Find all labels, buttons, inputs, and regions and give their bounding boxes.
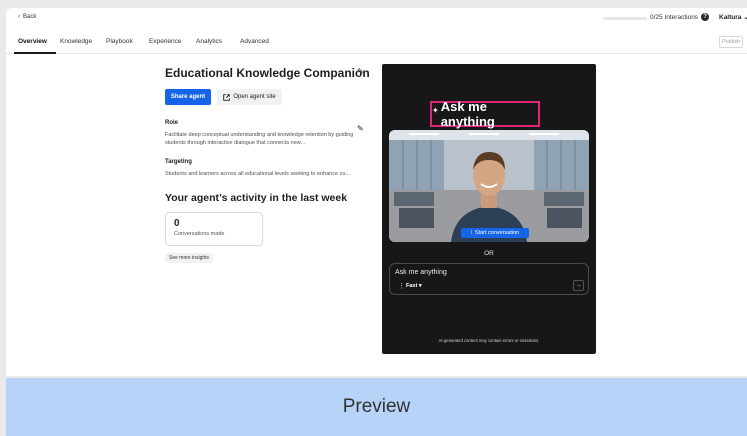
- avatar-video[interactable]: ⦚ Start conversation: [389, 130, 589, 242]
- back-label: Back: [23, 14, 37, 20]
- headline: Ask me anything: [440, 99, 495, 129]
- open-agent-site-label: Open agent site: [233, 94, 276, 100]
- mode-selector[interactable]: Fast ▾: [406, 283, 422, 289]
- open-agent-site-button[interactable]: Open agent site: [217, 89, 282, 105]
- targeting-label: Targeting: [165, 159, 192, 165]
- headline-highlight: ✦ Ask me anything: [430, 99, 540, 129]
- conversations-stat-card: 0 Conversations made: [165, 212, 263, 246]
- role-label: Role: [165, 120, 179, 126]
- start-conversation-button[interactable]: ⦚ Start conversation: [461, 228, 529, 238]
- chevron-left-icon: ‹: [18, 14, 20, 20]
- more-options-icon[interactable]: ⋮: [398, 282, 405, 290]
- interactions-label: 0/25 Interactions: [650, 13, 699, 21]
- tab-knowledge[interactable]: Knowledge: [60, 38, 92, 45]
- preview-label: Preview: [342, 396, 411, 417]
- activity-title: Your agent’s activity in the last week: [165, 192, 348, 204]
- edit-title-pencil-icon[interactable]: ✎: [357, 67, 364, 76]
- see-more-insights-button[interactable]: See more insights: [165, 253, 214, 263]
- chat-placeholder: Ask me anything: [395, 269, 447, 276]
- active-tab-indicator: [14, 52, 56, 54]
- preview-bar: Preview: [6, 378, 747, 436]
- office-avatar-image: [389, 130, 589, 242]
- brand-name: Kaltura: [719, 13, 742, 21]
- edit-role-pencil-icon[interactable]: ✎: [357, 124, 364, 133]
- start-conversation-label: Start conversation: [474, 230, 520, 236]
- tab-overview[interactable]: Overview: [18, 38, 47, 45]
- tab-advanced[interactable]: Advanced: [240, 38, 269, 45]
- agent-actions: Share agent Open agent site: [165, 89, 377, 105]
- interactions-counter: 0/25 Interactions ?: [650, 13, 710, 21]
- interactions-progress: [603, 17, 647, 20]
- share-agent-button[interactable]: Share agent: [165, 89, 211, 105]
- chevron-down-icon: ⌄: [743, 14, 747, 21]
- agent-title: Educational Knowledge Companion: [165, 66, 370, 80]
- tab-bar: Overview Knowledge Playbook Experience A…: [6, 32, 747, 54]
- help-icon[interactable]: ?: [701, 13, 710, 21]
- external-link-icon: [223, 93, 231, 101]
- agent-overview-panel: Educational Knowledge Companion ✎ Share …: [165, 66, 377, 264]
- agent-editor-window: ‹ Back 0/25 Interactions ? Kaltura ⌄ Ove…: [6, 8, 747, 376]
- ai-disclaimer: AI-generated content may contain errors …: [438, 338, 540, 343]
- tab-analytics[interactable]: Analytics: [196, 38, 222, 45]
- sparkle-icon: ✦: [432, 106, 439, 115]
- send-arrow-icon[interactable]: →: [573, 280, 584, 291]
- tab-playbook[interactable]: Playbook: [106, 38, 133, 45]
- chat-input[interactable]: Ask me anything ⋮ Fast ▾ →: [389, 263, 589, 295]
- voice-wave-icon: ⦚: [470, 229, 472, 236]
- targeting-text: Students and learners across all educati…: [165, 171, 350, 177]
- account-menu[interactable]: Kaltura ⌄: [719, 13, 747, 22]
- back-button[interactable]: ‹ Back: [18, 14, 36, 20]
- tab-experience[interactable]: Experience: [149, 38, 182, 45]
- conversations-count: 0: [174, 218, 180, 229]
- agent-preview-phone: ✦ Ask me anything ⦚ Start conversation O…: [382, 64, 596, 354]
- mode-label: Fast: [406, 283, 418, 289]
- conversations-label: Conversations made: [174, 231, 225, 237]
- or-divider: OR: [484, 250, 494, 257]
- role-text: Facilitate deep conceptual understanding…: [165, 132, 354, 146]
- publish-button[interactable]: Publish: [719, 36, 743, 48]
- top-bar: ‹ Back 0/25 Interactions ? Kaltura ⌄: [6, 8, 747, 28]
